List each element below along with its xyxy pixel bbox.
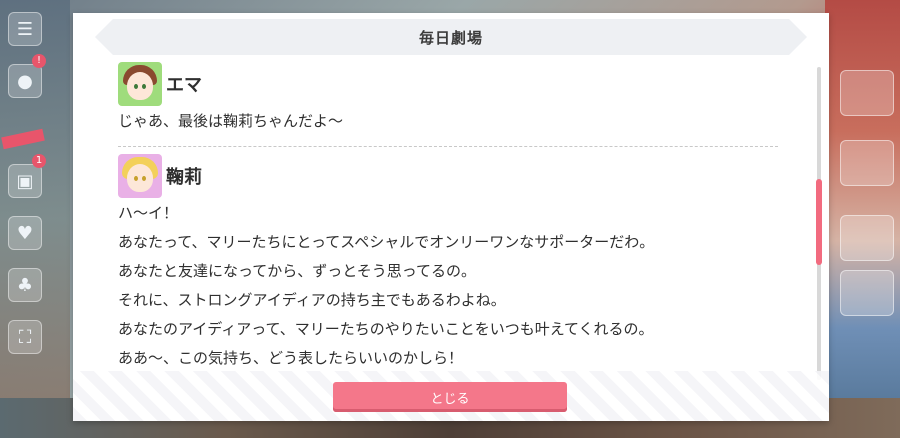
ema-avatar: [118, 62, 162, 106]
dialogue-line: それに、ストロングアイディアの持ち主でもあるわよね。: [118, 291, 506, 309]
dialog-content[interactable]: エマ じゃあ、最後は鞠莉ちゃんだよ〜 鞠莉 ハ〜イ！ あなたって、マリーたちにと…: [118, 61, 808, 371]
menu-icon[interactable]: ☰: [8, 12, 42, 46]
chat-icon[interactable]: ●: [8, 64, 42, 98]
daily-theater-dialog: 毎日劇場 エマ じゃあ、最後は鞠莉ちゃんだよ〜 鞠莉 ハ〜イ！ あなたって、マリ…: [73, 13, 829, 421]
scrollbar[interactable]: [816, 67, 822, 380]
fullscreen-icon[interactable]: ⛶: [8, 320, 42, 354]
speaker-name: エマ: [166, 75, 202, 96]
heart-icon[interactable]: ♥: [8, 216, 42, 250]
speaker-row-mari: 鞠莉: [118, 153, 808, 199]
gift-badge: 1: [32, 154, 46, 168]
speaker-name: 鞠莉: [166, 167, 202, 188]
right-tile-3[interactable]: [840, 215, 894, 261]
dialogue-line: ああ〜、この気持ち、どう表したらいいのかしら！: [118, 349, 464, 367]
notification-badge: !: [32, 54, 46, 68]
scroll-thumb[interactable]: [816, 179, 822, 265]
dialog-title: 毎日劇場: [418, 28, 483, 47]
right-tile-4[interactable]: [840, 270, 894, 316]
speaker-row-ema: エマ: [118, 61, 808, 107]
dialogue-line: あなたって、マリーたちにとってスペシャルでオンリーワンなサポーターだわ。: [118, 233, 655, 251]
entry-divider: [118, 146, 778, 147]
right-tile-1[interactable]: [840, 70, 894, 116]
dialogue-line: ハ〜イ！: [118, 204, 179, 222]
right-tile-2[interactable]: [840, 140, 894, 186]
tree-icon[interactable]: ♣: [8, 268, 42, 302]
close-button[interactable]: とじる: [333, 382, 567, 412]
dialogue-line: じゃあ、最後は鞠莉ちゃんだよ〜: [118, 112, 344, 130]
gift-icon[interactable]: ▣: [8, 164, 42, 198]
dialogue-line: あなたと友達になってから、ずっとそう思ってるの。: [118, 262, 477, 280]
mari-avatar: [118, 154, 162, 198]
dialogue-line: あなたのアイディアって、マリーたちのやりたいことをいつも叶えてくれるの。: [118, 320, 654, 338]
dialog-title-bar: 毎日劇場: [95, 19, 807, 55]
